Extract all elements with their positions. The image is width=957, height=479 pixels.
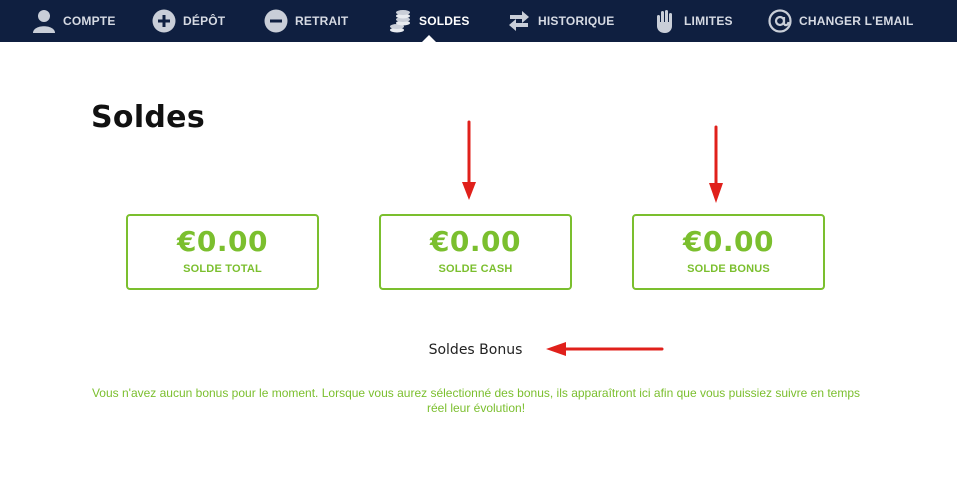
bonus-section-title: Soldes Bonus [428,342,523,358]
nav-label: DÉPÔT [183,14,226,28]
active-caret [421,35,436,42]
user-icon [32,9,56,33]
top-nav: COMPTE DÉPÔT RETRAIT SOLDES HISTORIQUE L… [0,0,957,42]
nav-label: LIMITES [684,14,733,28]
no-bonus-message: Vous n'avez aucun bonus pour le moment. … [91,386,861,415]
balance-label: SOLDE CASH [438,263,513,275]
balance-card-cash: €0.00 SOLDE CASH [379,214,572,290]
nav-label: CHANGER L'EMAIL [799,14,914,28]
nav-label: HISTORIQUE [538,14,615,28]
nav-label: RETRAIT [295,14,349,28]
nav-item-compte[interactable]: COMPTE [32,0,116,42]
coins-icon [388,9,412,33]
annotation-arrow-left-bonus [546,342,664,356]
nav-item-depot[interactable]: DÉPÔT [152,0,225,42]
minus-circle-icon [264,9,288,33]
balance-amount: €0.00 [682,225,775,258]
swap-arrows-icon [507,9,531,33]
balance-label: SOLDE BONUS [687,263,770,275]
hand-icon [653,9,677,33]
nav-item-retrait[interactable]: RETRAIT [264,0,348,42]
nav-item-historique[interactable]: HISTORIQUE [507,0,614,42]
nav-label: SOLDES [419,14,470,28]
nav-item-changer-email[interactable]: CHANGER L'EMAIL [768,0,914,42]
balance-card-bonus: €0.00 SOLDE BONUS [632,214,825,290]
nav-item-soldes[interactable]: SOLDES [388,0,470,42]
at-icon [768,9,792,33]
nav-label: COMPTE [63,14,116,28]
plus-circle-icon [152,9,176,33]
balance-card-total: €0.00 SOLDE TOTAL [126,214,319,290]
balance-amount: €0.00 [429,225,522,258]
annotation-arrow-down-cash [462,120,476,200]
page-title: Soldes [91,100,205,135]
balance-amount: €0.00 [176,225,269,258]
balance-label: SOLDE TOTAL [183,263,262,275]
annotation-arrow-down-bonus [709,125,723,203]
nav-item-limites[interactable]: LIMITES [653,0,733,42]
